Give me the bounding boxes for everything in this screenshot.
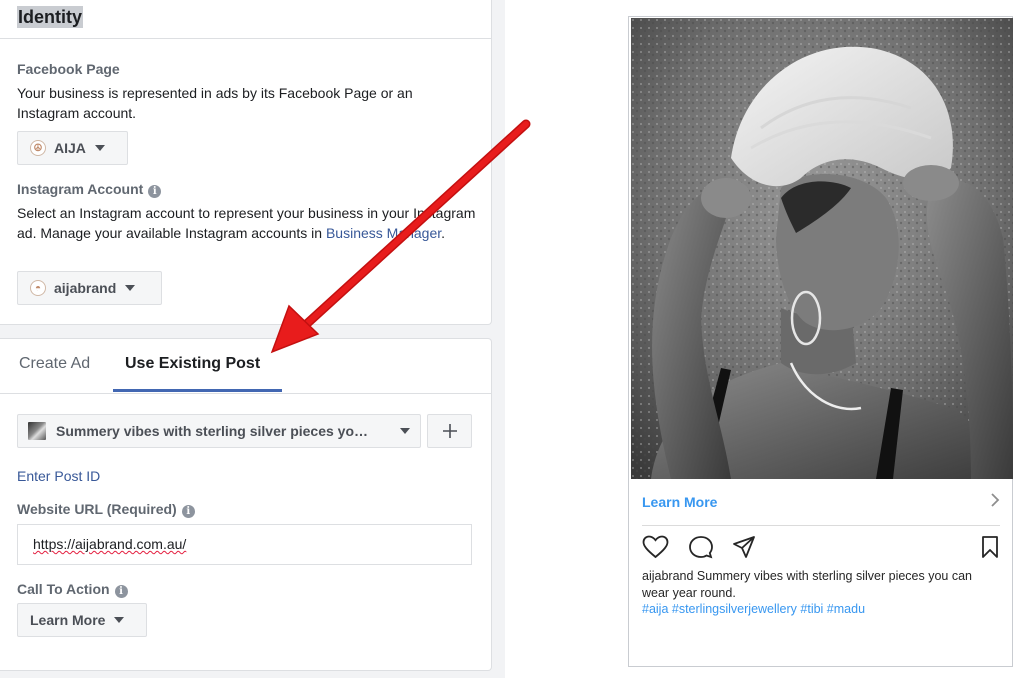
ad-setup-panel: Identity Facebook Page Your business is … xyxy=(0,0,505,678)
identity-title: Identity xyxy=(17,6,84,28)
post-caption: aijabrand Summery vibes with sterling si… xyxy=(642,568,1002,602)
comment-icon[interactable] xyxy=(688,535,714,559)
info-icon[interactable]: i xyxy=(181,505,195,518)
website-url-input[interactable]: https://aijabrand.com.au/ xyxy=(17,524,472,565)
enter-post-id-link[interactable]: Enter Post ID xyxy=(17,468,100,484)
call-to-action-label: Call To Action i xyxy=(17,581,128,598)
call-to-action-dropdown[interactable]: Learn More xyxy=(17,603,147,637)
website-url-label: Website URL (Required) i xyxy=(17,501,195,518)
website-url-label-text: Website URL (Required) xyxy=(17,501,177,517)
plus-icon xyxy=(442,424,457,438)
existing-post-selected: Summery vibes with sterling silver piece… xyxy=(56,423,369,439)
preview-learn-more[interactable]: Learn More xyxy=(642,494,717,510)
instagram-account-label: Instagram Account i xyxy=(17,181,162,198)
add-post-button[interactable] xyxy=(427,414,472,448)
chevron-right-icon xyxy=(990,492,1000,512)
instagram-account-label-text: Instagram Account xyxy=(17,181,144,197)
call-to-action-selected: Learn More xyxy=(30,612,106,628)
tab-create-ad[interactable]: Create Ad xyxy=(19,352,90,392)
tab-use-existing-post[interactable]: Use Existing Post xyxy=(125,352,260,392)
share-icon[interactable] xyxy=(732,535,756,559)
info-icon[interactable]: i xyxy=(114,585,128,598)
divider xyxy=(0,393,492,394)
instagram-description-suffix: . xyxy=(441,225,446,241)
facebook-page-label: Facebook Page xyxy=(17,61,120,77)
instagram-avatar-icon: ◓ xyxy=(30,280,46,296)
facebook-page-description: Your business is represented in ads by i… xyxy=(17,85,413,121)
active-tab-indicator xyxy=(113,389,282,392)
call-to-action-label-text: Call To Action xyxy=(17,581,110,597)
post-actions xyxy=(642,535,1002,561)
instagram-account-dropdown[interactable]: ◓ aijabrand xyxy=(17,271,162,305)
preview-learn-more-bar[interactable]: Learn More xyxy=(642,490,1000,514)
facebook-page-dropdown[interactable]: ☮ AIJA xyxy=(17,131,128,165)
caret-down-icon xyxy=(114,617,125,623)
instagram-account-description: Select an Instagram account to represent… xyxy=(17,203,479,243)
heart-icon[interactable] xyxy=(642,535,669,559)
caret-down-icon xyxy=(94,145,105,151)
facebook-page-selected: AIJA xyxy=(54,140,86,156)
instagram-account-selected: aijabrand xyxy=(54,280,117,296)
divider xyxy=(0,38,492,39)
caret-down-icon xyxy=(400,428,410,434)
website-url-value: https://aijabrand.com.au/ xyxy=(33,536,187,552)
preview-divider xyxy=(642,525,1000,526)
page-avatar-icon: ☮ xyxy=(30,140,46,156)
bookmark-icon[interactable] xyxy=(981,535,999,559)
info-icon[interactable]: i xyxy=(148,185,162,198)
caption-username[interactable]: aijabrand xyxy=(642,569,693,583)
post-thumbnail xyxy=(28,422,46,440)
business-manager-link[interactable]: Business Manager xyxy=(326,225,441,241)
post-hashtags[interactable]: #aija #sterlingsilverjewellery #tibi #ma… xyxy=(642,602,865,616)
post-image xyxy=(631,18,1013,479)
caret-down-icon xyxy=(125,285,136,291)
existing-post-dropdown[interactable]: Summery vibes with sterling silver piece… xyxy=(17,414,421,448)
